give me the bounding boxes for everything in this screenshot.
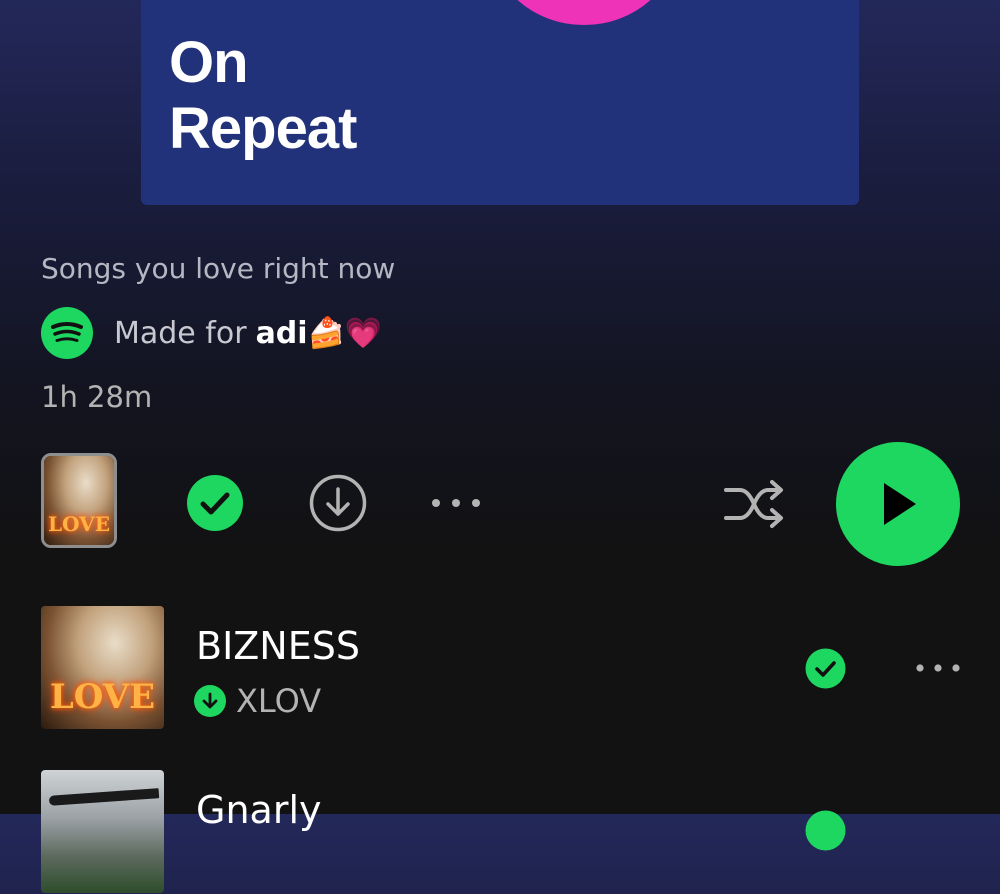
made-for-user[interactable]: adi🍰💗 [256,316,383,351]
playlist-toolbar: LOVE [0,440,1000,570]
track-meta: XLOV [194,679,321,723]
track-artwork [41,770,164,893]
downloaded-icon [194,685,226,717]
track-title: BIZNESS [196,624,360,668]
track-row[interactable]: Gnarly [0,770,1000,894]
track-artist: XLOV [236,682,322,720]
saved-check-icon[interactable] [805,810,846,851]
saved-check-icon[interactable] [186,474,244,532]
more-options-icon[interactable] [915,658,961,678]
playlist-description: Songs you love right now [41,252,396,285]
track-title: Gnarly [196,788,322,832]
play-icon [884,483,916,525]
cover-pink-circle [489,0,679,25]
playlist-cover-thumbnail[interactable]: LOVE [41,453,117,548]
track-row[interactable]: LOVE BIZNESS XLOV [0,606,1000,730]
cover-title: On Repeat [169,30,357,161]
spotify-logo-icon [41,307,93,359]
playlist-duration: 1h 28m [41,380,153,414]
saved-check-icon[interactable] [805,648,846,689]
playlist-cover: On Repeat [141,0,859,205]
download-icon[interactable] [309,474,367,532]
more-options-icon[interactable] [430,490,482,516]
track-artwork: LOVE [41,606,164,729]
made-for-label: Made for [114,315,247,351]
play-button[interactable] [836,442,960,566]
made-for-row: Made for adi🍰💗 [41,307,382,359]
shuffle-icon[interactable] [722,478,786,530]
